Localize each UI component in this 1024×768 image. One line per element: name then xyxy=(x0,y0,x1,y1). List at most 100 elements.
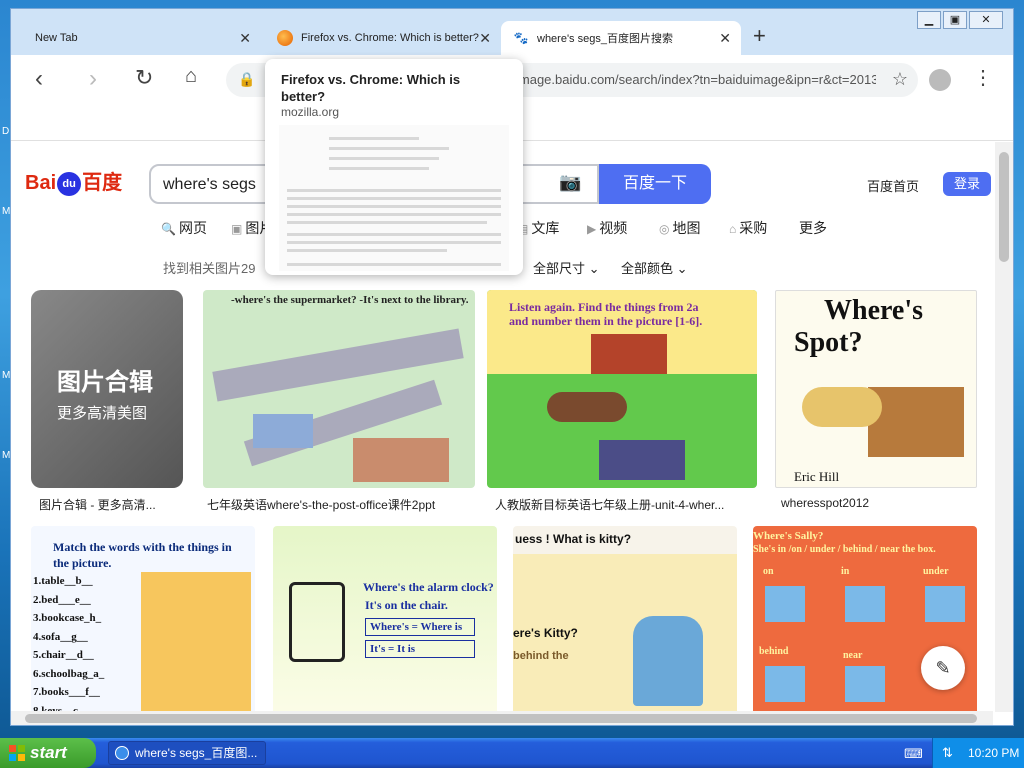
taskbar-item-browser[interactable]: where's segs_百度图... xyxy=(108,741,266,765)
search-icon: 🔍 xyxy=(161,222,176,236)
camera-icon[interactable]: 📷 xyxy=(559,172,581,193)
bookmark-star-icon[interactable]: ☆ xyxy=(892,69,908,90)
box-illustration xyxy=(925,586,965,622)
dog-illustration xyxy=(802,387,882,427)
reload-button[interactable]: ↻ xyxy=(135,65,153,91)
image-result-match-words[interactable]: Match the words with the things in the p… xyxy=(31,526,255,717)
paw-logo-icon: du xyxy=(57,171,82,196)
tab-library[interactable]: ▤文库 xyxy=(517,218,559,238)
thumbnail-line xyxy=(287,197,501,200)
start-button[interactable]: start xyxy=(0,738,96,768)
image-result-alarm-clock[interactable]: Where's the alarm clock? It's on the cha… xyxy=(273,526,497,717)
size-filter[interactable]: 全部尺寸 ⌄ xyxy=(533,258,600,277)
album-card[interactable]: 图片合辑 更多高清美图 xyxy=(31,290,183,488)
tab-title: Firefox vs. Chrome: Which is better? xyxy=(301,32,479,44)
horizontal-scrollbar[interactable] xyxy=(11,711,993,725)
image-caption[interactable]: 七年级英语where's-the-post-office课件2ppt xyxy=(207,496,477,513)
image-text: Where's the alarm clock? xyxy=(363,580,494,594)
tab-map[interactable]: ◎ 地图 xyxy=(659,218,700,238)
image-result-supermarket[interactable]: -where's the supermarket? -It's next to … xyxy=(203,290,475,488)
image-text: Eric Hill xyxy=(794,469,840,484)
image-result-listen-again[interactable]: Listen again. Find the things from 2a an… xyxy=(487,290,757,488)
image-result-kitty[interactable]: uess ! What is kitty? ere's Kitty? behin… xyxy=(513,526,737,717)
menu-dots-icon[interactable]: ⋮ xyxy=(973,65,993,90)
tab-firefox-vs-chrome[interactable]: Firefox vs. Chrome: Which is better? ✕ xyxy=(265,21,501,55)
taskbar: start where's segs_百度图... ⌨ ⇅ 10:20 PM xyxy=(0,738,1024,768)
image-caption[interactable]: wheresspot2012 xyxy=(781,496,971,510)
image-text: behind the xyxy=(513,650,569,662)
match-item: 5.chair__d__ xyxy=(33,649,94,661)
new-tab-button[interactable]: + xyxy=(753,23,766,49)
vertical-scrollbar[interactable] xyxy=(995,142,1013,712)
color-filter[interactable]: 全部颜色 ⌄ xyxy=(621,258,688,277)
tab-baidu-images[interactable]: 🐾 where's segs_百度图片搜索 ✕ xyxy=(501,21,741,55)
image-text: Match the words with the things in xyxy=(53,540,232,554)
home-button[interactable]: ⌂ xyxy=(185,65,197,88)
tab-strip: New Tab ✕ Firefox vs. Chrome: Which is b… xyxy=(11,9,1013,55)
chair-illustration xyxy=(289,582,345,662)
box-illustration xyxy=(845,666,885,702)
thumbnail-line xyxy=(287,213,501,216)
baidu-logo[interactable]: Bai du 百度 xyxy=(25,166,122,196)
thumbnail-line xyxy=(287,189,501,192)
logo-text: Bai xyxy=(25,172,57,194)
clock[interactable]: 10:20 PM xyxy=(968,746,1019,760)
baidu-home-link[interactable]: 百度首页 xyxy=(867,176,919,195)
edit-pencil-button[interactable]: ✎ xyxy=(921,646,965,690)
preview-thumbnail xyxy=(279,125,509,271)
chevron-down-icon: ⌄ xyxy=(588,261,600,276)
image-text: It's on the chair. xyxy=(365,598,448,612)
lock-icon[interactable]: 🔒 xyxy=(238,71,255,88)
close-icon[interactable]: ✕ xyxy=(239,30,251,47)
table-illustration xyxy=(547,392,627,422)
box-illustration xyxy=(765,586,805,622)
tab-label: 地图 xyxy=(672,220,701,236)
match-item: 3.bookcase_h_ xyxy=(33,612,102,624)
preview-title: Firefox vs. Chrome: Which is better? xyxy=(281,72,461,104)
image-caption[interactable]: 图片合辑 - 更多高清... xyxy=(39,496,179,513)
taskbar-item-label: where's segs_百度图... xyxy=(135,746,258,760)
network-icon[interactable]: ⇅ xyxy=(942,745,953,761)
tab-shopping[interactable]: ⌂ 采购 xyxy=(729,218,767,238)
scrollbar-thumb[interactable] xyxy=(999,152,1009,262)
building-illustration xyxy=(253,414,313,448)
thumbnail-line xyxy=(287,205,501,208)
desktop-icon-fragment[interactable]: D xyxy=(2,126,9,137)
match-list: 1.table__b__ 2.bed___e__ 3.bookcase_h_ 4… xyxy=(33,572,104,717)
image-text: Where's = Where is xyxy=(365,618,475,636)
image-text: Where's xyxy=(824,295,924,326)
keyboard-icon[interactable]: ⌨ xyxy=(904,746,923,762)
match-item: 1.table__b__ xyxy=(33,575,93,587)
minimize-button[interactable]: ▁ xyxy=(917,11,941,29)
tab-more[interactable]: 更多 xyxy=(799,218,827,238)
thumbnail-line xyxy=(329,157,439,160)
image-caption[interactable]: 人教版新目标英语七年级上册-unit-4-wher... xyxy=(495,496,757,513)
preposition-label: on xyxy=(763,566,774,577)
browser-window: New Tab ✕ Firefox vs. Chrome: Which is b… xyxy=(10,8,1014,726)
chevron-down-icon: ⌄ xyxy=(676,261,688,276)
tab-title: New Tab xyxy=(35,32,78,44)
image-text: Where's Sally? xyxy=(753,530,824,542)
album-title: 图片合辑 xyxy=(57,369,153,396)
preposition-label: behind xyxy=(759,646,789,657)
profile-avatar[interactable] xyxy=(929,69,951,91)
scrollbar-thumb[interactable] xyxy=(25,714,977,723)
image-text: It's = It is xyxy=(365,640,475,658)
match-item: 4.sofa__g__ xyxy=(33,630,88,643)
image-text: Listen again. Find the things from 2a xyxy=(509,300,699,314)
forward-button[interactable]: › xyxy=(89,65,97,93)
tab-web[interactable]: 🔍 网页 xyxy=(161,218,207,238)
login-button[interactable]: 登录 xyxy=(943,172,991,196)
image-result-wheres-spot[interactable]: Where's Spot? Eric Hill xyxy=(775,290,977,488)
close-icon[interactable]: ✕ xyxy=(479,30,491,47)
windows-logo-icon xyxy=(9,745,25,761)
building-illustration xyxy=(353,438,449,482)
close-window-button[interactable]: ✕ xyxy=(969,11,1003,29)
filter-label: 全部颜色 xyxy=(621,261,674,276)
back-button[interactable]: ‹ xyxy=(35,65,43,93)
maximize-button[interactable]: ▣ xyxy=(943,11,967,29)
search-button[interactable]: 百度一下 xyxy=(599,164,711,204)
tab-video[interactable]: ▶ 视频 xyxy=(587,218,627,238)
close-icon[interactable]: ✕ xyxy=(719,30,731,47)
tab-new-tab[interactable]: New Tab ✕ xyxy=(23,21,261,55)
